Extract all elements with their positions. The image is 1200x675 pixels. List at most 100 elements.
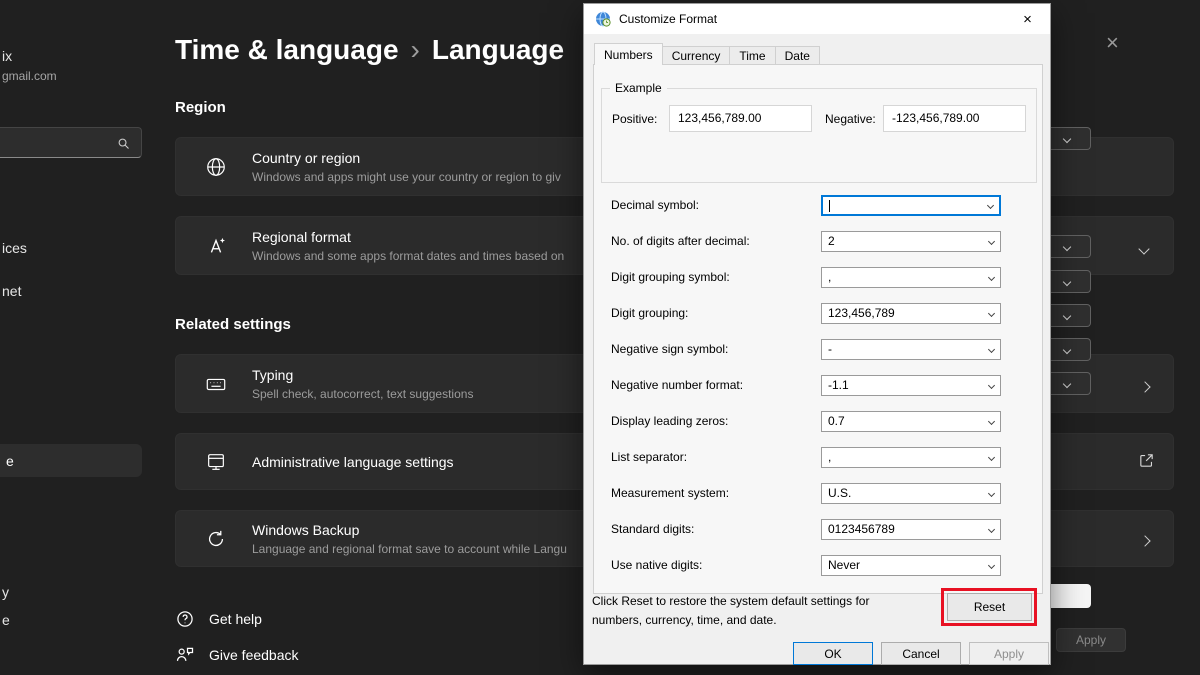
card-title: Country or region — [252, 150, 561, 166]
dialog-titlebar[interactable]: Customize Format × — [584, 4, 1050, 34]
cancel-button[interactable]: Cancel — [881, 642, 961, 665]
chevron-down-icon — [1063, 134, 1071, 142]
sidebar-item-privacy[interactable]: y — [2, 584, 9, 600]
card-subtitle: Spell check, autocorrect, text suggestio… — [252, 387, 473, 401]
dropdown-fragment[interactable] — [1051, 270, 1091, 293]
example-group-label: Example — [610, 81, 667, 95]
use-native-digits-combobox[interactable]: Never — [821, 555, 1001, 576]
standard-digits-combobox[interactable]: 0123456789 — [821, 519, 1001, 540]
give-feedback-link[interactable]: Give feedback — [175, 645, 299, 665]
chevron-down-icon[interactable] — [982, 455, 1000, 460]
dropdown-fragment[interactable] — [1051, 127, 1091, 150]
sidebar-item-network[interactable]: net — [2, 283, 21, 299]
reset-description-line2: numbers, currency, time, and date. — [592, 611, 942, 630]
dropdown-fragment[interactable] — [1051, 338, 1091, 361]
sidebar-item-label: e — [6, 453, 14, 469]
external-link-icon[interactable] — [1138, 452, 1155, 474]
dropdown-fragment[interactable] — [1051, 372, 1091, 395]
search-icon — [116, 136, 131, 151]
sidebar-item-devices[interactable]: ices — [2, 240, 27, 256]
row-use-native-digits: Use native digits: Never — [584, 555, 1052, 575]
card-title: Typing — [252, 367, 473, 383]
card-subtitle: Windows and some apps format dates and t… — [252, 249, 564, 263]
row-label: Negative sign symbol: — [611, 339, 728, 359]
chevron-down-icon[interactable] — [982, 311, 1000, 316]
row-label: Display leading zeros: — [611, 411, 728, 431]
help-icon — [175, 609, 195, 629]
chevron-down-icon — [1063, 379, 1071, 387]
close-icon[interactable]: × — [1106, 30, 1119, 56]
card-title: Regional format — [252, 229, 564, 245]
dropdown-fragment[interactable] — [1051, 235, 1091, 258]
ok-button[interactable]: OK — [793, 642, 873, 665]
card-text: Windows Backup Language and regional for… — [252, 522, 567, 556]
section-heading-region: Region — [175, 99, 226, 116]
apply-button: Apply — [969, 642, 1049, 665]
chevron-down-icon[interactable] — [982, 383, 1000, 388]
tab-numbers[interactable]: Numbers — [594, 43, 663, 65]
search-input[interactable] — [0, 127, 142, 158]
chevron-down-icon — [1063, 242, 1071, 250]
row-label: Measurement system: — [611, 483, 729, 503]
chevron-down-icon[interactable] — [982, 527, 1000, 532]
button-fragment[interactable] — [1051, 584, 1091, 608]
chevron-down-icon[interactable] — [982, 491, 1000, 496]
chevron-down-icon[interactable] — [982, 563, 1000, 568]
chevron-down-icon[interactable] — [982, 275, 1000, 280]
get-help-link[interactable]: Get help — [175, 609, 262, 629]
globe-icon — [204, 155, 228, 179]
chevron-down-icon — [1063, 277, 1071, 285]
digit-grouping-combobox[interactable]: 123,456,789 — [821, 303, 1001, 324]
tab-currency[interactable]: Currency — [663, 46, 731, 65]
backup-sync-icon — [204, 527, 228, 551]
dialog-title: Customize Format — [619, 12, 717, 26]
sidebar-item-windows-update[interactable]: e — [2, 612, 10, 628]
chevron-down-icon[interactable] — [1140, 240, 1148, 258]
sidebar-item-time-language-selected[interactable]: e — [0, 444, 142, 477]
desktop: ix gmail.com ices net e y e Time & langu… — [0, 0, 1200, 675]
negative-number-format-combobox[interactable]: -1.1 — [821, 375, 1001, 396]
chevron-down-icon[interactable] — [982, 239, 1000, 244]
close-button[interactable]: × — [1005, 4, 1050, 34]
chevron-right-icon[interactable] — [1141, 378, 1149, 396]
row-digit-grouping: Digit grouping: 123,456,789 — [584, 303, 1052, 323]
row-digits-after-decimal: No. of digits after decimal: 2 — [584, 231, 1052, 251]
chevron-down-icon — [1063, 345, 1071, 353]
dropdown-fragment[interactable] — [1051, 304, 1091, 327]
card-subtitle: Windows and apps might use your country … — [252, 170, 561, 184]
row-negative-number-format: Negative number format: -1.1 — [584, 375, 1052, 395]
chevron-down-icon[interactable] — [982, 419, 1000, 424]
tab-time[interactable]: Time — [730, 46, 775, 65]
card-subtitle: Language and regional format save to acc… — [252, 542, 567, 556]
combo-value: , — [822, 448, 982, 467]
row-label: Decimal symbol: — [611, 195, 699, 215]
decimal-symbol-combobox[interactable] — [821, 195, 1001, 216]
row-digit-grouping-symbol: Digit grouping symbol: , — [584, 267, 1052, 287]
text-caret — [829, 200, 830, 212]
chevron-down-icon[interactable] — [982, 347, 1000, 352]
reset-button[interactable]: Reset — [947, 593, 1032, 621]
chevron-right-icon[interactable] — [1141, 532, 1149, 550]
display-leading-zeros-combobox[interactable]: 0.7 — [821, 411, 1001, 432]
negative-label: Negative: — [825, 112, 876, 126]
row-label: Negative number format: — [611, 375, 743, 395]
digit-grouping-symbol-combobox[interactable]: , — [821, 267, 1001, 288]
digits-after-decimal-combobox[interactable]: 2 — [821, 231, 1001, 252]
list-separator-combobox[interactable]: , — [821, 447, 1001, 468]
card-title: Administrative language settings — [252, 454, 454, 470]
row-label: Use native digits: — [611, 555, 702, 575]
combo-value: 123,456,789 — [822, 304, 982, 323]
measurement-system-combobox[interactable]: U.S. — [821, 483, 1001, 504]
section-heading-related: Related settings — [175, 316, 291, 333]
get-help-label: Get help — [209, 611, 262, 627]
tab-date[interactable]: Date — [776, 46, 820, 65]
row-label: No. of digits after decimal: — [611, 231, 750, 251]
combo-value: Never — [822, 556, 982, 575]
chevron-down-icon[interactable] — [981, 203, 999, 208]
negative-sign-symbol-combobox[interactable]: - — [821, 339, 1001, 360]
give-feedback-label: Give feedback — [209, 647, 299, 663]
breadcrumb-parent[interactable]: Time & language — [175, 34, 399, 65]
row-label: Standard digits: — [611, 519, 694, 539]
positive-label: Positive: — [612, 112, 657, 126]
keyboard-icon — [204, 372, 228, 396]
